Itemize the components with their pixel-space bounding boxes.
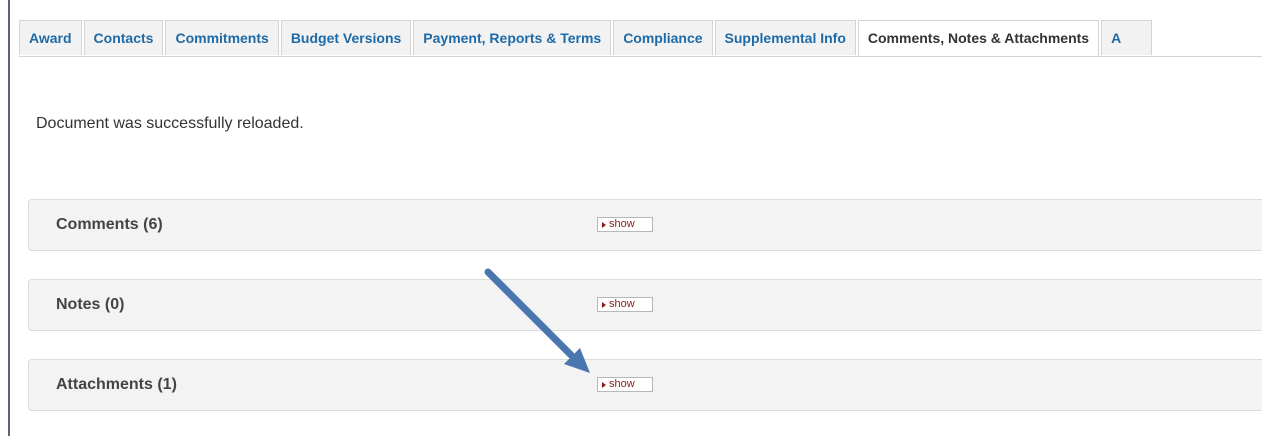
- tab-payment-reports-terms[interactable]: Payment, Reports & Terms: [413, 20, 612, 55]
- left-border: [8, 0, 10, 436]
- show-button-label: show: [609, 378, 635, 390]
- show-button-label: show: [609, 298, 635, 310]
- show-button-comments[interactable]: show: [597, 217, 653, 232]
- tab-compliance[interactable]: Compliance: [613, 20, 713, 55]
- page: Award Contacts Commitments Budget Versio…: [0, 0, 1262, 436]
- triangle-right-icon: [602, 301, 606, 308]
- triangle-right-icon: [602, 221, 606, 228]
- panel-title-attachments: Attachments (1): [56, 376, 177, 393]
- tab-supplemental-info[interactable]: Supplemental Info: [714, 20, 856, 55]
- panel-title-comments: Comments (6): [56, 216, 163, 233]
- show-button-notes[interactable]: show: [597, 297, 653, 312]
- tab-budget-versions[interactable]: Budget Versions: [280, 20, 412, 55]
- tab-award[interactable]: Award: [19, 20, 82, 55]
- show-button-attachments[interactable]: show: [597, 377, 653, 392]
- panel-comments: Comments (6) show: [28, 199, 1262, 251]
- tab-divider: [19, 56, 1262, 57]
- panel-attachments: Attachments (1) show: [28, 359, 1262, 411]
- tab-commitments[interactable]: Commitments: [165, 20, 279, 55]
- panel-title-notes: Notes (0): [56, 296, 125, 313]
- show-button-label: show: [609, 218, 635, 230]
- status-message: Document was successfully reloaded.: [36, 115, 304, 132]
- tab-comments-notes-attachments[interactable]: Comments, Notes & Attachments: [857, 20, 1100, 56]
- tab-truncated[interactable]: A: [1101, 20, 1153, 55]
- tab-bar: Award Contacts Commitments Budget Versio…: [19, 20, 1154, 56]
- triangle-right-icon: [602, 381, 606, 388]
- panel-notes: Notes (0) show: [28, 279, 1262, 331]
- tab-contacts[interactable]: Contacts: [83, 20, 164, 55]
